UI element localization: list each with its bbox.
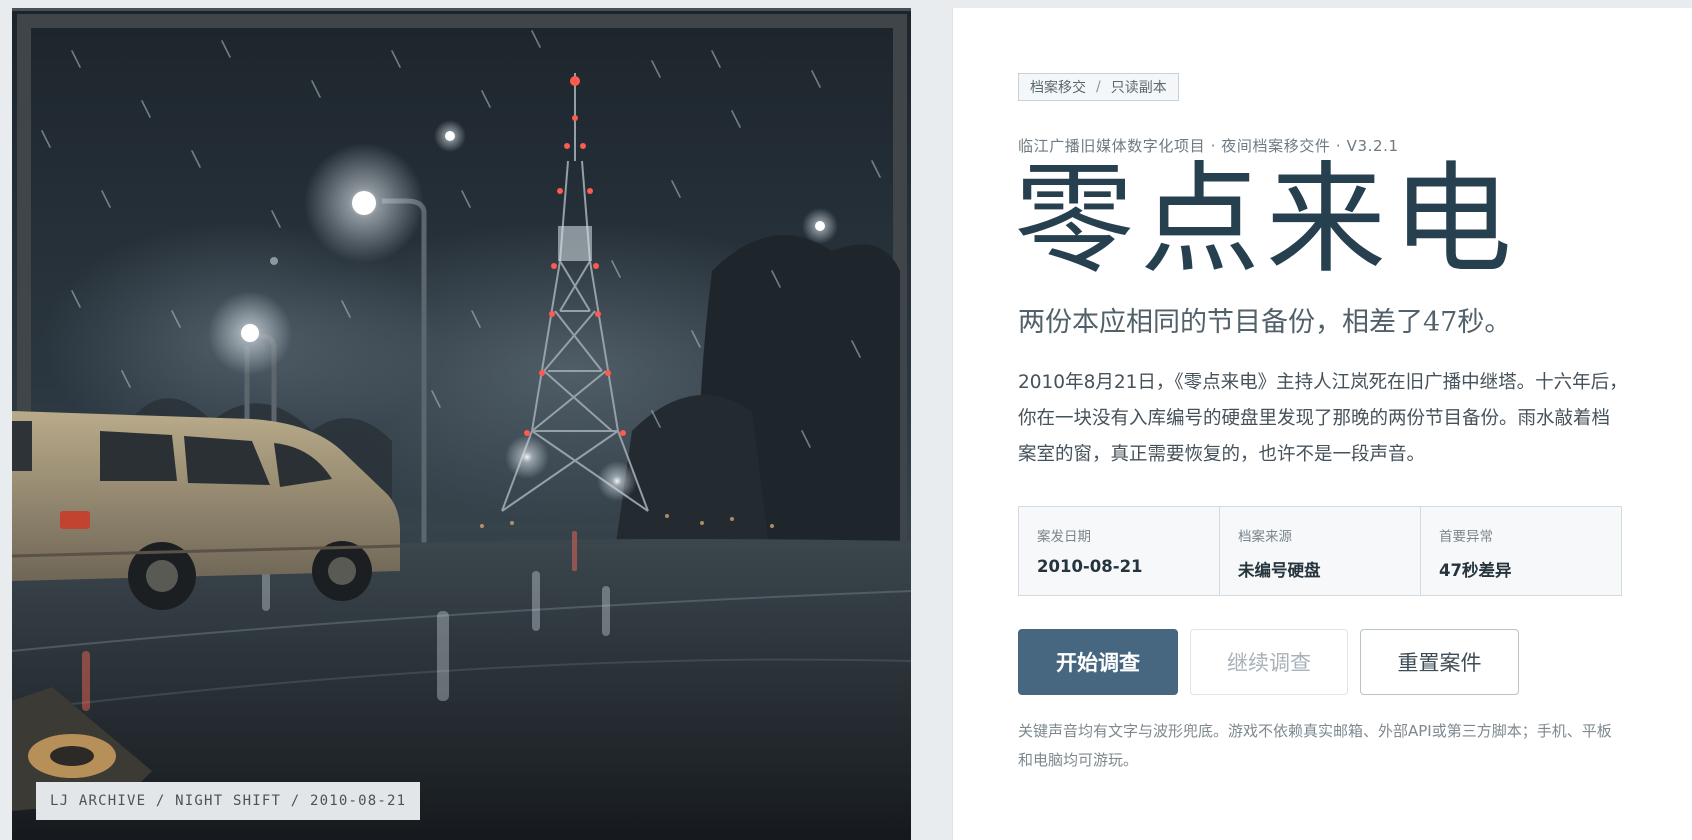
stat-incident-date: 案发日期 2010-08-21 [1019, 507, 1220, 595]
archive-caption: LJ ARCHIVE / NIGHT SHIFT / 2010-08-21 [36, 782, 421, 820]
case-card: 档案移交 / 只读副本 临江广播旧媒体数字化项目 · 夜间档案移交件 · V3.… [952, 8, 1692, 840]
rainy-night-tower-scene [12, 11, 911, 840]
hero-illustration: LJ ARCHIVE / NIGHT SHIFT / 2010-08-21 [12, 8, 911, 840]
breadcrumb: 档案移交 / 只读副本 [1018, 73, 1179, 101]
page-title: 零点来电 [1014, 151, 1518, 290]
accessibility-note: 关键声音均有文字与波形兜底。游戏不依赖真实邮箱、外部API或第三方脚本；手机、平… [1018, 722, 1612, 769]
continue-investigation-button[interactable]: 继续调查 [1190, 629, 1348, 695]
story-intro: 2010年8月21日，《零点来电》主持人江岚死在旧广播中继塔。十六年后，你在一块… [1018, 372, 1628, 465]
breadcrumb-mode: 只读副本 [1110, 80, 1167, 96]
breadcrumb-section: 档案移交 [1030, 80, 1086, 96]
stat-archive-source: 档案来源 未编号硬盘 [1220, 507, 1421, 595]
page-subtitle: 两份本应相同的节目备份，相差了47秒。 [1018, 307, 1512, 338]
start-investigation-button[interactable]: 开始调查 [1018, 629, 1178, 695]
case-stats: 案发日期 2010-08-21 档案来源 未编号硬盘 首要异常 47秒差异 [1018, 506, 1622, 596]
stat-value: 47秒差异 [1439, 561, 1512, 580]
stat-label: 档案来源 [1238, 529, 1292, 545]
stat-primary-anomaly: 首要异常 47秒差异 [1421, 507, 1621, 595]
breadcrumb-separator: / [1096, 79, 1101, 95]
action-bar: 开始调查 继续调查 重置案件 [1018, 629, 1519, 695]
reset-case-button[interactable]: 重置案件 [1360, 629, 1519, 695]
stat-label: 首要异常 [1439, 529, 1493, 545]
stat-label: 案发日期 [1037, 529, 1091, 545]
stat-value: 未编号硬盘 [1238, 561, 1321, 580]
stat-value: 2010-08-21 [1037, 557, 1143, 576]
